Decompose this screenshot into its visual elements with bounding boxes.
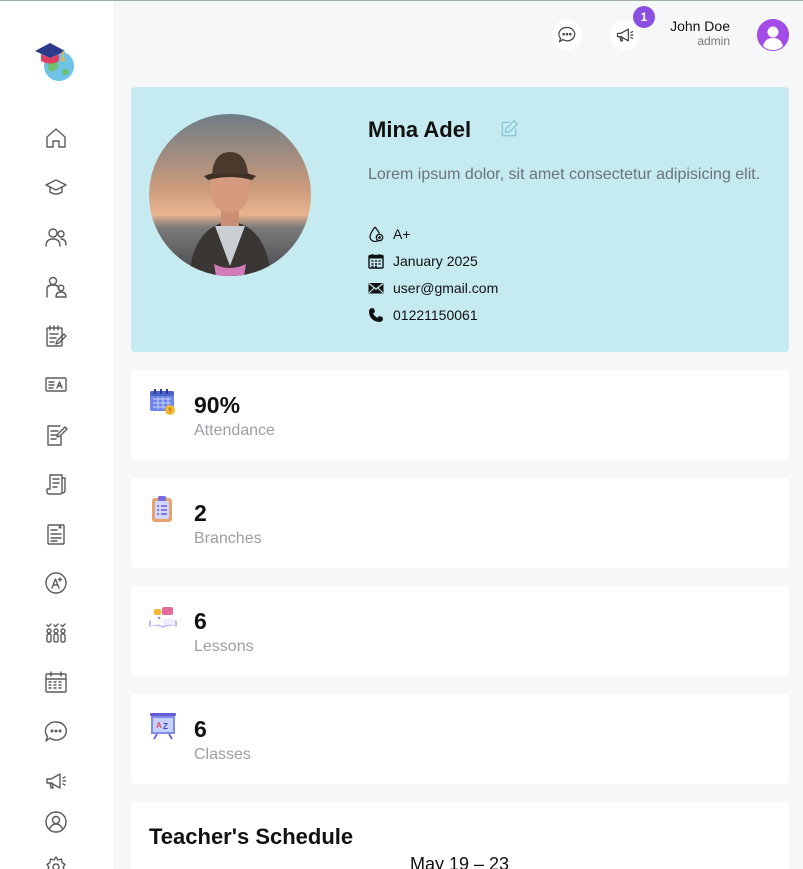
user-name: John Doe xyxy=(670,18,730,34)
email-row: user@gmail.com xyxy=(368,280,498,296)
sidebar-item-reports[interactable] xyxy=(40,518,72,550)
profile-description: Lorem ipsum dolor, sit amet consectetur … xyxy=(368,166,761,183)
phone-value: 01221150061 xyxy=(393,307,478,323)
stat-card-classes: A Z 6 Classes xyxy=(131,694,789,784)
sidebar-item-messages[interactable] xyxy=(40,716,72,748)
id-card-icon xyxy=(45,377,67,392)
calendar-icon xyxy=(368,253,384,269)
schedule-title: Teacher's Schedule xyxy=(149,824,354,849)
document-edit-icon xyxy=(47,425,68,446)
date-row: January 2025 xyxy=(368,253,478,269)
report-icon xyxy=(47,524,65,545)
chat-icon xyxy=(44,721,67,742)
edit-profile-button[interactable] xyxy=(499,119,521,141)
grade-icon xyxy=(45,572,67,594)
sidebar-item-exams[interactable] xyxy=(40,468,72,500)
email-value: user@gmail.com xyxy=(393,280,499,296)
messages-button[interactable] xyxy=(552,20,582,50)
clipboard-edit-icon xyxy=(46,325,67,347)
envelope-icon xyxy=(368,280,384,296)
app-logo[interactable] xyxy=(32,37,78,83)
megaphone-icon xyxy=(616,28,634,42)
schedule-card: Teacher's Schedule May 19 – 23 xyxy=(131,802,789,869)
svg-text:Z: Z xyxy=(163,722,168,731)
attendance-calendar-icon xyxy=(148,387,178,417)
profile-photo xyxy=(149,114,311,276)
lessons-book-icon xyxy=(148,603,178,633)
sidebar-item-profile[interactable] xyxy=(40,806,72,838)
sidebar-item-calendar[interactable] xyxy=(40,666,72,698)
megaphone-icon xyxy=(46,773,67,789)
sidebar-item-announcements[interactable] xyxy=(40,765,72,797)
chat-icon xyxy=(558,26,576,43)
exam-papers-icon xyxy=(46,474,66,495)
user-role: admin xyxy=(697,34,730,48)
branches-label: Branches xyxy=(194,530,262,547)
users-icon xyxy=(45,228,67,247)
classroom-board-icon: A Z xyxy=(148,711,178,741)
stat-card-attendance: 90% Attendance xyxy=(131,370,789,460)
classes-label: Classes xyxy=(194,746,251,763)
sidebar xyxy=(0,1,113,869)
attendance-value: 90% xyxy=(194,392,241,418)
schedule-date-range: May 19 – 23 xyxy=(410,854,510,869)
sidebar-item-home[interactable] xyxy=(40,122,72,154)
settings-icon xyxy=(46,856,66,869)
blood-drop-icon xyxy=(368,226,384,242)
profile-icon xyxy=(45,811,67,833)
blood-type-value: A+ xyxy=(393,226,411,242)
sidebar-item-students[interactable] xyxy=(40,221,72,253)
profile-name: Mina Adel xyxy=(368,117,472,142)
phone-icon xyxy=(368,307,384,323)
lessons-value: 6 xyxy=(194,608,207,634)
parents-icon xyxy=(46,276,67,298)
attendance-label: Attendance xyxy=(194,422,275,439)
phone-row: 01221150061 xyxy=(368,307,478,323)
stat-card-lessons: 6 Lessons xyxy=(131,586,789,676)
profile-card: Mina Adel Lorem ipsum dolor, sit amet co… xyxy=(131,87,789,352)
sidebar-item-id-cards[interactable] xyxy=(40,369,72,401)
user-avatar-icon xyxy=(757,19,789,51)
notification-badge: 1 xyxy=(633,6,655,28)
sidebar-item-settings[interactable] xyxy=(40,851,72,869)
sidebar-item-grades[interactable] xyxy=(40,567,72,599)
sidebar-item-parents[interactable] xyxy=(40,271,72,303)
sidebar-item-courses[interactable] xyxy=(40,172,72,204)
user-avatar[interactable] xyxy=(757,19,789,51)
edit-icon xyxy=(501,120,518,137)
clipboard-icon xyxy=(148,495,178,525)
lessons-label: Lessons xyxy=(194,638,254,655)
svg-text:A: A xyxy=(156,721,162,730)
sidebar-item-documents[interactable] xyxy=(40,419,72,451)
top-border xyxy=(0,0,803,1)
home-icon xyxy=(46,128,66,148)
attendance-icon xyxy=(46,623,66,643)
blood-type-row: A+ xyxy=(368,226,411,242)
sidebar-item-attendance[interactable] xyxy=(40,617,72,649)
classes-value: 6 xyxy=(194,716,207,742)
stat-card-branches: 2 Branches xyxy=(131,478,789,568)
sidebar-item-assignments[interactable] xyxy=(40,320,72,352)
calendar-icon xyxy=(45,671,67,693)
branches-value: 2 xyxy=(194,500,207,526)
date-value: January 2025 xyxy=(393,253,478,269)
graduation-cap-icon xyxy=(45,179,67,195)
